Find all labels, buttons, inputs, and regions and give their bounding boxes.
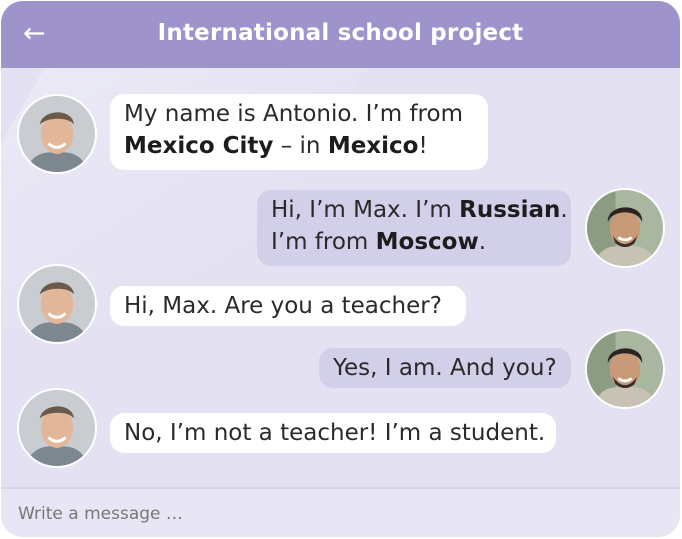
avatar-max: [585, 188, 665, 268]
avatar-antonio: [17, 388, 97, 468]
bold-text: Mexico: [327, 133, 419, 159]
message-input[interactable]: [16, 499, 660, 529]
message-list[interactable]: My name is Antonio. I’m from Mexico City…: [1, 68, 680, 487]
bold-text: Mexico City: [124, 133, 274, 159]
bold-text: Russian: [459, 197, 561, 223]
bold-text: Moscow: [375, 229, 479, 255]
message-bubble-incoming: My name is Antonio. I’m from Mexico City…: [110, 94, 488, 170]
chat-header: ← International school project: [1, 1, 680, 68]
message-line: Mexico City – in Mexico!: [124, 133, 428, 159]
message-line: Hi, I’m Max. I’m Russian.: [271, 197, 568, 223]
message-bubble-outgoing: Yes, I am. And you?: [319, 348, 571, 388]
avatar-antonio: [17, 94, 97, 174]
message-composer: [1, 487, 680, 537]
chat-window: ← International school project My name i…: [1, 1, 680, 537]
message-bubble-incoming: No, I’m not a teacher! I’m a student.: [110, 413, 556, 453]
avatar-max: [585, 329, 665, 409]
message-line: I’m from Moscow.: [271, 229, 487, 255]
message-bubble-incoming: Hi, Max. Are you a teacher?: [110, 286, 466, 326]
message-line: My name is Antonio. I’m from: [124, 101, 463, 127]
avatar-antonio: [17, 264, 97, 344]
chat-title: International school project: [157, 20, 524, 46]
message-bubble-outgoing: Hi, I’m Max. I’m Russian. I’m from Mosco…: [257, 190, 571, 266]
